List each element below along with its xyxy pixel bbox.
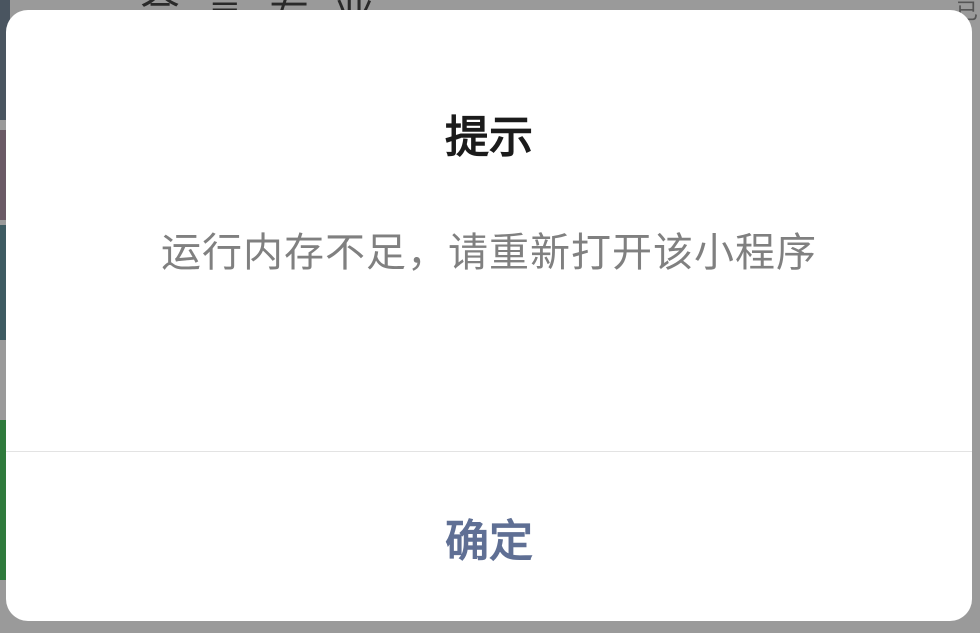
dialog-title: 提示 [445, 112, 533, 163]
dialog-message: 运行内存不足，请重新打开该小程序 [161, 230, 817, 276]
confirm-button[interactable]: 确定 [6, 452, 972, 621]
alert-dialog: 提示 运行内存不足，请重新打开该小程序 确定 [6, 10, 972, 621]
